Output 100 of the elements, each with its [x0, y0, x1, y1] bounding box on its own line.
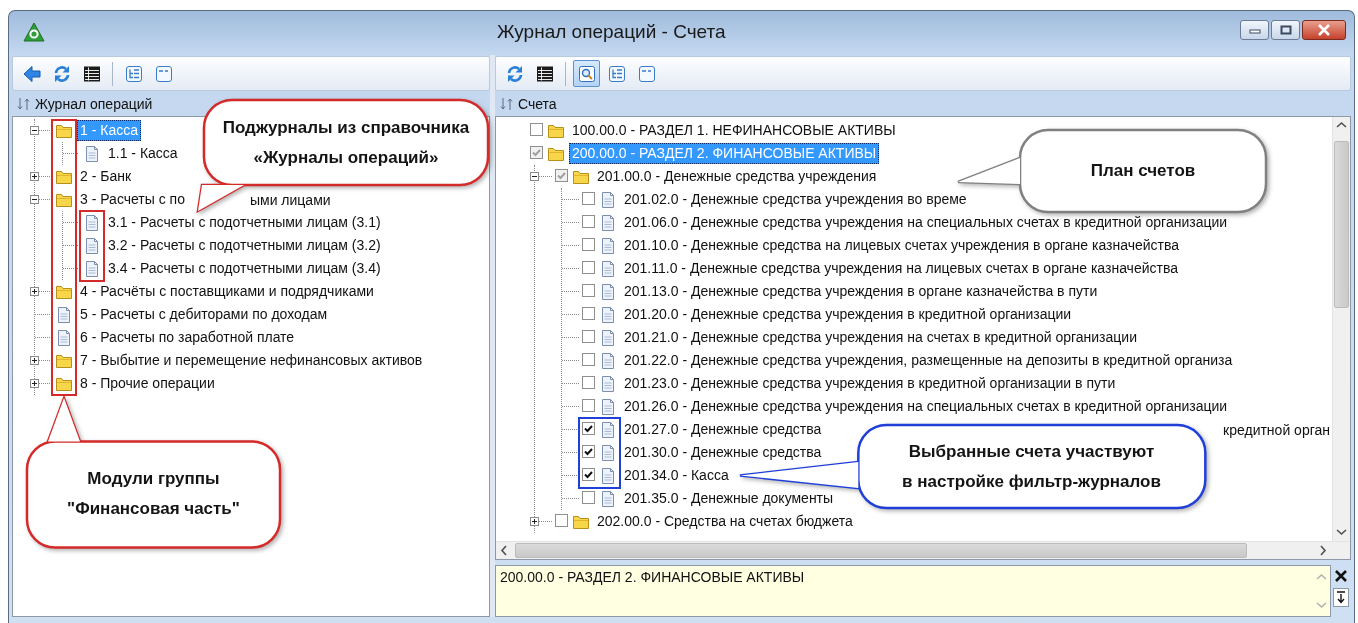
document-icon: [599, 305, 617, 324]
tree-item[interactable]: 201.21.0 - Денежные средства учреждения на счетах в кредитной организации: [621, 327, 1140, 348]
checkbox[interactable]: [530, 122, 543, 136]
document-icon: [55, 328, 73, 347]
document-icon: [83, 259, 101, 278]
callout-text: Выбранные счета участвуют в настройке фильтр-журналов: [901, 440, 1162, 493]
panel-header: Счета: [518, 95, 557, 112]
checkbox[interactable]: [582, 375, 595, 389]
minus-box-icon[interactable]: [530, 172, 539, 181]
checkbox[interactable]: [582, 283, 595, 297]
checkbox[interactable]: [582, 444, 595, 458]
tree-item[interactable]: 201.30.0 - Денежные средства: [621, 442, 825, 463]
checkbox[interactable]: [582, 398, 595, 412]
tree-item[interactable]: 201.22.0 - Денежные средства учреждения, размещенные на депозиты в кредитной организа: [621, 350, 1236, 371]
panel-icon: [153, 63, 174, 84]
tree-list-icon: [606, 63, 627, 84]
tree-item[interactable]: 6 - Расчеты по заработной плате: [77, 327, 298, 348]
tree-item[interactable]: 3.4 - Расчеты с подотчетными лицам (3.4): [105, 258, 384, 279]
tree-item[interactable]: 201.26.0 - Денежные средства учреждения на специальных счетах в кредитной организации: [621, 396, 1231, 417]
sort-icon[interactable]: [499, 95, 515, 112]
document-icon: [599, 489, 617, 508]
tree-item-fragment: кредитной орган: [1223, 421, 1331, 438]
tree-item[interactable]: 3.2 - Расчеты с подотчетными лицам (3.2): [105, 235, 384, 256]
document-icon: [599, 213, 617, 232]
horizontal-scrollbar[interactable]: [496, 541, 1350, 559]
checkbox[interactable]: [555, 168, 568, 182]
folder-icon: [55, 191, 73, 208]
close-button[interactable]: [1302, 20, 1346, 40]
tree-item[interactable]: 201.13.0 - Денежные средства учреждения в органе казначейства в пути: [621, 281, 1101, 302]
tree-item[interactable]: 1.1 - Касса: [105, 143, 181, 164]
tree-item[interactable]: 201.35.0 - Денежные документы: [621, 488, 837, 509]
checkbox[interactable]: [582, 306, 595, 320]
minimize-icon: [1248, 26, 1261, 34]
maximize-icon: [1279, 25, 1292, 35]
document-icon: [599, 259, 617, 278]
close-icon[interactable]: [1334, 569, 1348, 583]
document-icon: [599, 420, 617, 439]
checkbox[interactable]: [582, 191, 595, 205]
document-icon: [599, 282, 617, 301]
plus-box-icon[interactable]: [30, 287, 39, 296]
document-icon: [83, 236, 101, 255]
tree-list-icon: [123, 63, 144, 84]
callout-text: Модули группы "Финансовая часть": [66, 468, 241, 520]
plus-box-icon[interactable]: [30, 172, 39, 181]
pin-down-icon[interactable]: [1334, 589, 1348, 606]
tree-item[interactable]: 201.34.0 - Касса: [621, 465, 732, 486]
document-icon: [599, 374, 617, 393]
close-icon: [1317, 24, 1331, 36]
minus-box-icon[interactable]: [30, 195, 39, 204]
document-icon: [83, 144, 101, 163]
tree-item[interactable]: 100.00.0 - РАЗДЕЛ 1. НЕФИНАНСОВЫЕ АКТИВЫ: [569, 120, 899, 141]
checkbox[interactable]: [582, 490, 595, 504]
checkbox[interactable]: [582, 214, 595, 228]
vertical-scrollbar[interactable]: [1332, 117, 1350, 541]
callout-text: Поджурналы из справочника «Журналы операций»: [221, 116, 471, 169]
tree-item[interactable]: 201.00.0 - Денежные средства учреждения: [594, 166, 880, 187]
tree-item[interactable]: 2 - Банк: [77, 166, 135, 187]
document-icon: [599, 351, 617, 370]
callout-text: План счетов: [1089, 160, 1197, 182]
document-icon: [83, 213, 101, 232]
checkbox[interactable]: [530, 145, 543, 159]
tree-item-fragment: ыми лицами: [249, 191, 332, 208]
tree-item[interactable]: 202.00.0 - Средства на счетах бюджета: [594, 511, 856, 532]
tree-item[interactable]: 8 - Прочие операции: [77, 373, 218, 394]
checkbox[interactable]: [582, 237, 595, 251]
checkbox[interactable]: [582, 260, 595, 274]
panel-icon: [636, 63, 657, 84]
tree-item[interactable]: 3.1 - Расчеты с подотчетными лицам (3.1): [105, 212, 384, 233]
folder-icon: [55, 375, 73, 392]
checkbox[interactable]: [582, 329, 595, 343]
tree-item[interactable]: 201.02.0 - Денежные средства учреждения во време: [621, 189, 970, 210]
document-icon: [599, 328, 617, 347]
preview-button[interactable]: [573, 60, 600, 87]
window-title: Журнал операций - Счета: [497, 21, 726, 43]
scrollbar-thumb[interactable]: [1334, 141, 1349, 308]
plus-box-icon[interactable]: [30, 379, 39, 388]
minus-box-icon[interactable]: [30, 126, 39, 135]
folder-icon: [572, 513, 590, 530]
checkbox[interactable]: [582, 352, 595, 366]
checkbox[interactable]: [582, 467, 595, 481]
sort-icon[interactable]: [16, 95, 32, 112]
tree-item[interactable]: 201.20.0 - Денежные средства учреждения в кредитной организации: [621, 304, 1075, 325]
plus-box-icon[interactable]: [30, 356, 39, 365]
checkbox[interactable]: [582, 421, 595, 435]
tree-item[interactable]: 5 - Расчеты с дебиторами по доходам: [77, 304, 331, 325]
tree-item[interactable]: 201.27.0 - Денежные средства: [621, 419, 825, 440]
folder-icon: [547, 122, 565, 139]
scrollbar-thumb[interactable]: [515, 543, 1247, 558]
minimize-button[interactable]: [1240, 20, 1269, 40]
plus-box-icon[interactable]: [530, 517, 539, 526]
maximize-button[interactable]: [1271, 20, 1300, 40]
tree-item[interactable]: 201.23.0 - Денежные средства учреждения в кредитной организации в пути: [621, 373, 1119, 394]
tree-item[interactable]: 4 - Расчёты с поставщиками и подрядчиками: [77, 281, 377, 302]
tree-item[interactable]: 201.10.0 - Денежные средства на лицевых счетах учреждения в органе казначейства: [621, 235, 1183, 256]
tree-item[interactable]: 7 - Выбытие и перемещение нефинансовых активов: [77, 350, 426, 371]
tree-item[interactable]: 3 - Расчеты с по: [77, 189, 188, 210]
tree-item[interactable]: 201.06.0 - Денежные средства учреждения на специальных счетах в кредитной организации: [621, 212, 1231, 233]
checkbox[interactable]: [555, 513, 568, 527]
magnifier-icon: [576, 63, 597, 84]
tree-item[interactable]: 201.11.0 - Денежные средства учреждения на лицевых счетах в органе казначейства: [621, 258, 1181, 279]
